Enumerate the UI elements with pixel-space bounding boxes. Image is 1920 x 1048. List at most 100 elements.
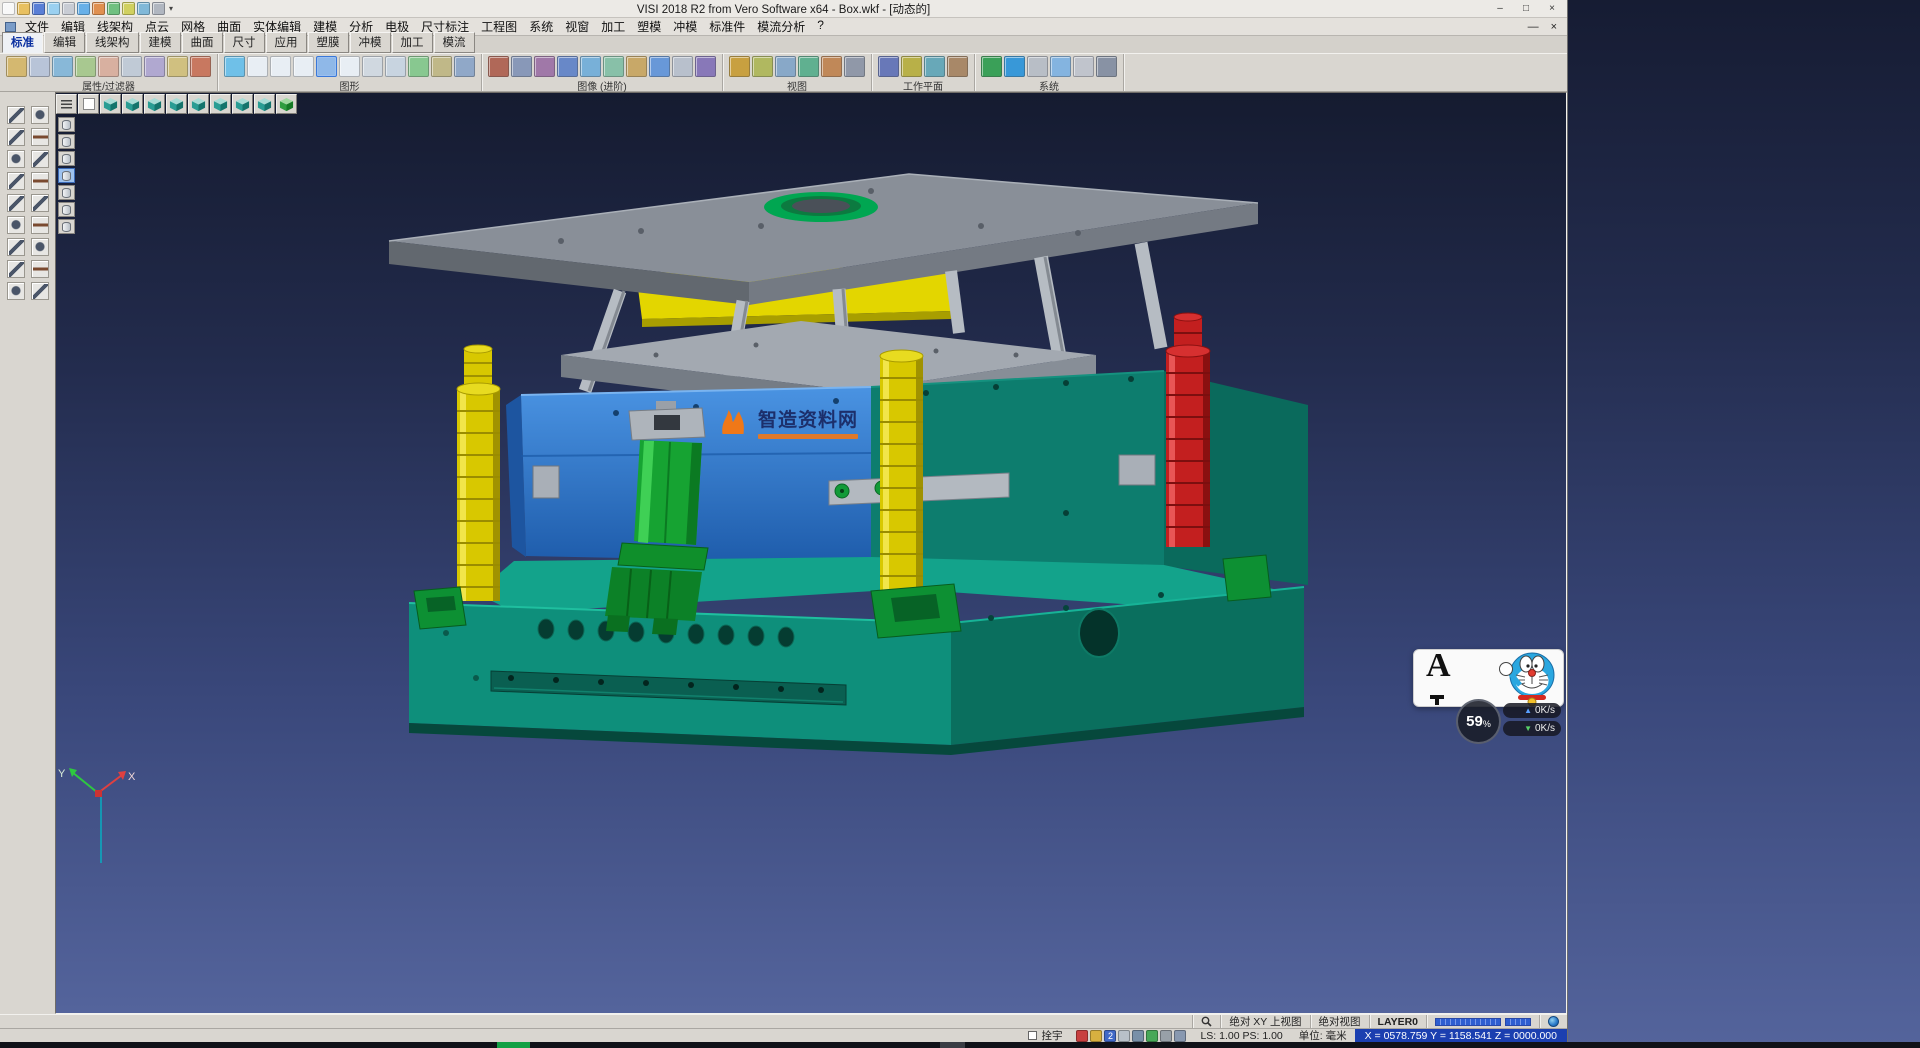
layers-icon[interactable] [107, 2, 120, 15]
bottom-view-button[interactable] [232, 94, 253, 114]
section-icon[interactable] [603, 56, 624, 77]
delete-icon[interactable] [31, 106, 49, 124]
element-filter-icon[interactable] [98, 56, 119, 77]
viewport-3d[interactable]: 智造资料网 Y X A [55, 92, 1567, 1014]
background-icon[interactable] [454, 56, 475, 77]
tab-application[interactable]: 应用 [266, 32, 307, 53]
workplane-create-icon[interactable] [878, 56, 899, 77]
ruler-icon[interactable] [31, 238, 49, 256]
menu-machining[interactable]: 加工 [595, 18, 631, 35]
db-slot-7[interactable] [58, 219, 75, 234]
globe-icon[interactable] [1548, 1016, 1559, 1027]
zoom-window-icon[interactable] [7, 106, 25, 124]
taskbar-item-green[interactable] [497, 1042, 530, 1048]
grid-snap-icon[interactable] [1090, 1030, 1102, 1042]
snap-toggle[interactable]: 拴宇 [1020, 1028, 1070, 1043]
left-view-button[interactable] [188, 94, 209, 114]
workplane-normal-icon[interactable] [924, 56, 945, 77]
note-icon[interactable] [31, 194, 49, 212]
workplane-manage-icon[interactable] [947, 56, 968, 77]
menu-mold[interactable]: 塑模 [631, 18, 667, 35]
status-view-mode[interactable]: 绝对 XY 上视图 [1220, 1015, 1309, 1028]
menu-standard-parts[interactable]: 标准件 [703, 18, 751, 35]
back-view-button[interactable] [210, 94, 231, 114]
perspective-icon[interactable] [385, 56, 406, 77]
iso-view-button[interactable] [100, 94, 121, 114]
workplane-align-icon[interactable] [901, 56, 922, 77]
new-file-icon[interactable] [2, 2, 15, 15]
db-slot-1[interactable] [58, 117, 75, 132]
layer-2-icon[interactable]: 2 [1104, 1030, 1116, 1042]
menu-die[interactable]: 冲模 [667, 18, 703, 35]
mask-icon[interactable] [144, 56, 165, 77]
tab-standard[interactable]: 标准 [2, 32, 43, 53]
status-abs-view[interactable]: 绝对视图 [1310, 1015, 1369, 1028]
menu-help[interactable]: ? [811, 18, 830, 32]
tab-die[interactable]: 冲模 [350, 32, 391, 53]
mold-model[interactable] [56, 93, 1567, 1013]
options-icon[interactable] [1050, 56, 1071, 77]
pan-icon[interactable] [775, 56, 796, 77]
iso-se-view-button[interactable] [254, 94, 275, 114]
compass-icon[interactable] [1132, 1030, 1144, 1042]
minimize-button[interactable]: – [1487, 1, 1513, 17]
properties-icon[interactable] [167, 56, 188, 77]
view-blank-button[interactable] [78, 94, 99, 114]
mirror-icon[interactable] [7, 216, 25, 234]
snap-checkbox[interactable] [1028, 1031, 1037, 1040]
previous-view-icon[interactable] [821, 56, 842, 77]
import-icon[interactable] [47, 2, 60, 15]
material-icon[interactable] [92, 2, 105, 15]
erase-icon[interactable] [31, 216, 49, 234]
menu-drawing[interactable]: 工程图 [475, 18, 523, 35]
save-icon[interactable] [32, 2, 45, 15]
texture-icon[interactable] [488, 56, 509, 77]
selection-filter-icon[interactable] [121, 56, 142, 77]
view-list-icon[interactable] [247, 56, 268, 77]
db-slot-2[interactable] [58, 134, 75, 149]
solid-box-icon[interactable] [7, 260, 25, 278]
doc-minimize-button[interactable]: — [1528, 21, 1539, 33]
layer-color-bar-small[interactable] [1505, 1018, 1531, 1026]
regen-icon[interactable] [224, 56, 245, 77]
hidden-line-icon[interactable] [293, 56, 314, 77]
db-slot-4[interactable] [58, 168, 75, 183]
grid-settings-icon[interactable] [1073, 56, 1094, 77]
render-icon[interactable] [362, 56, 383, 77]
compare-icon[interactable] [626, 56, 647, 77]
shadow-icon[interactable] [431, 56, 452, 77]
wireframe-icon[interactable] [270, 56, 291, 77]
taskbar-item-gray[interactable] [940, 1042, 965, 1048]
undo-icon[interactable] [31, 260, 49, 278]
tab-modeling[interactable]: 建模 [140, 32, 181, 53]
measure-icon[interactable] [122, 2, 135, 15]
display-icon[interactable] [1118, 1030, 1130, 1042]
tab-wireframe[interactable]: 线架构 [86, 32, 139, 53]
doc-close-button[interactable]: × [1551, 21, 1557, 33]
tab-flow[interactable]: 模流 [434, 32, 475, 53]
tab-mold[interactable]: 塑膜 [308, 32, 349, 53]
lighting-icon[interactable] [511, 56, 532, 77]
top-view-button[interactable] [122, 94, 143, 114]
cnc-link-icon[interactable] [1096, 56, 1117, 77]
filter-icon[interactable] [29, 56, 50, 77]
named-views-icon[interactable] [844, 56, 865, 77]
tab-edit[interactable]: 编辑 [44, 32, 85, 53]
paint-icon[interactable] [190, 56, 211, 77]
camera-icon[interactable] [534, 56, 555, 77]
status-layer[interactable]: LAYER0 [1369, 1015, 1426, 1028]
refresh-icon[interactable] [1146, 1030, 1158, 1042]
settings-icon[interactable] [152, 2, 165, 15]
db-slot-3[interactable] [58, 151, 75, 166]
layer-filter-icon[interactable] [75, 56, 96, 77]
view-mode-icon[interactable] [77, 2, 90, 15]
doc-window-icon[interactable] [5, 22, 16, 32]
zoom-all-icon[interactable] [729, 56, 750, 77]
globe-system-icon[interactable] [1004, 56, 1025, 77]
window-layout-icon[interactable] [1174, 1030, 1186, 1042]
menu-flow-analysis[interactable]: 模流分析 [751, 18, 811, 35]
profile-icon[interactable] [1027, 56, 1048, 77]
palette-icon[interactable] [981, 56, 1002, 77]
translate-icon[interactable] [7, 150, 25, 168]
tab-machining[interactable]: 加工 [392, 32, 433, 53]
